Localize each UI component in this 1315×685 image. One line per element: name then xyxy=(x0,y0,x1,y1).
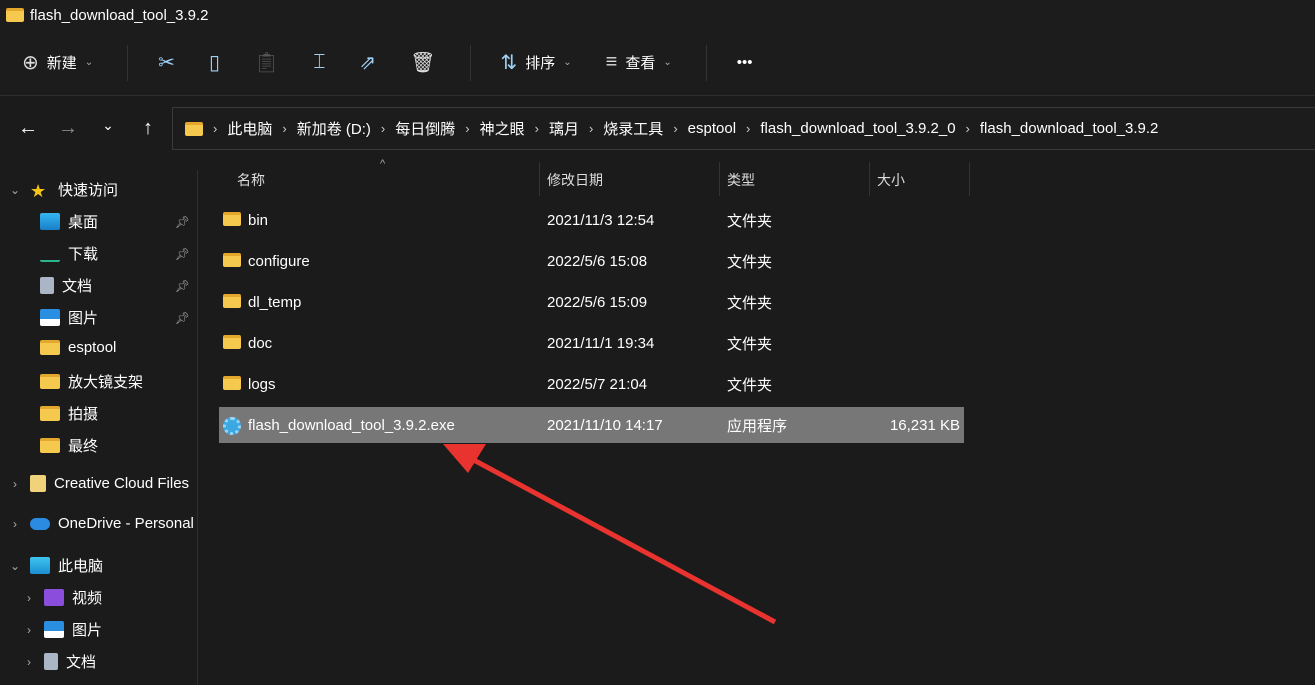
arrow-head xyxy=(443,444,486,473)
arrow-shaft xyxy=(468,455,777,625)
red-arrow-annotation xyxy=(443,444,777,625)
